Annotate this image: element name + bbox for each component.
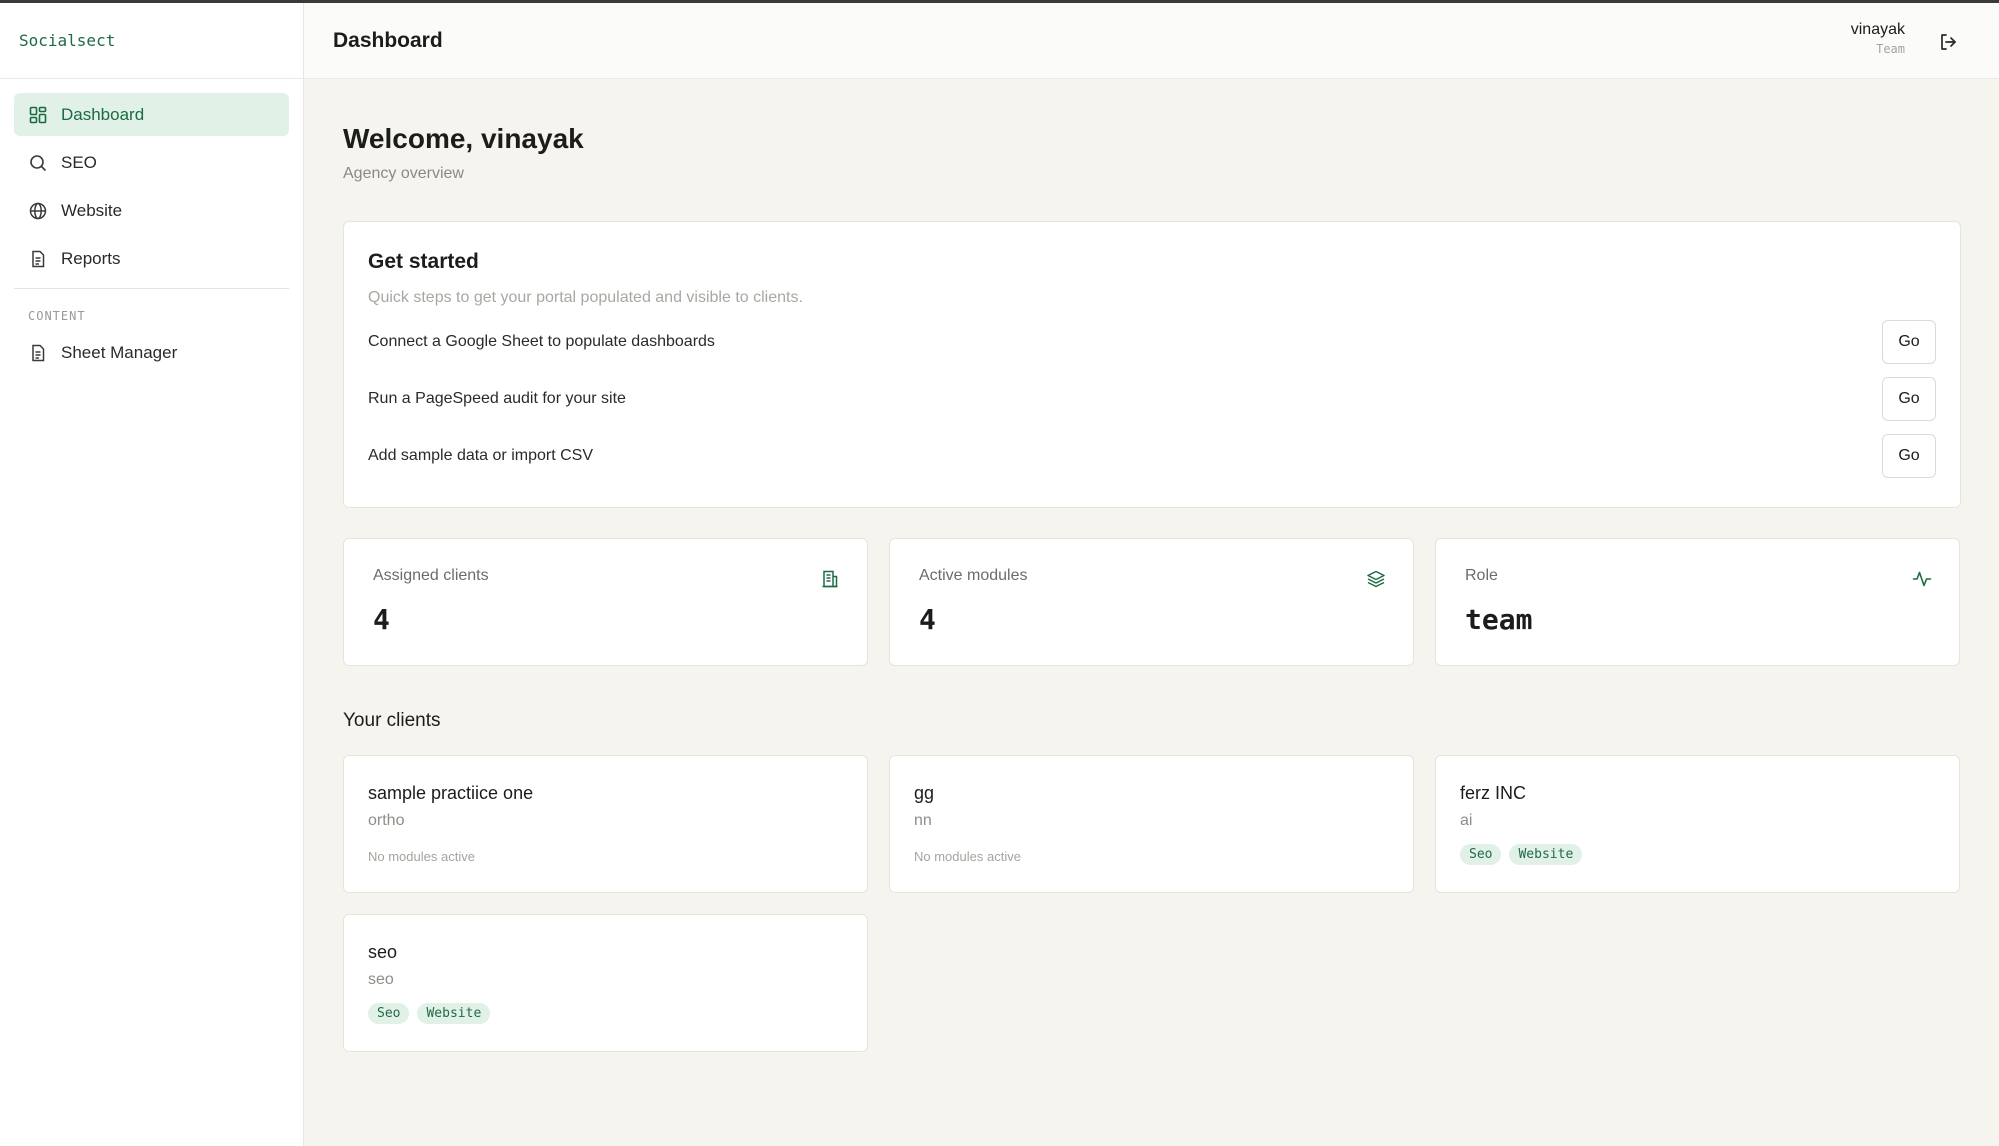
main-content: Welcome, vinayak Agency overview Get sta… [343,79,1961,1052]
go-button[interactable]: Go [1882,319,1936,364]
client-category: ai [1460,812,1473,829]
sidebar-item-label: Sheet Manager [61,342,178,362]
stat-label: Assigned clients [373,567,489,584]
logout-icon[interactable] [1937,31,1959,53]
dashboard-grid-icon [28,105,48,125]
get-started-card: Get started Quick steps to get your port… [343,221,1961,508]
client-card[interactable]: gg nn No modules active [889,755,1414,893]
module-tag-seo: Seo [1460,844,1502,865]
stat-value: 4 [373,603,390,636]
get-started-step: Add sample data or import CSV Go [368,427,1936,484]
stats-row: Assigned clients 4 Active modules 4 Role… [343,538,1961,666]
client-card[interactable]: ferz INC ai Seo Website [1435,755,1960,893]
sidebar-item-dashboard[interactable]: Dashboard [14,93,289,136]
user-role: Team [1876,42,1905,56]
welcome-subtitle: Agency overview [343,165,464,182]
globe-icon [28,201,48,221]
client-modules-note: No modules active [914,849,1021,864]
page-title: Dashboard [333,28,443,52]
go-button[interactable]: Go [1882,433,1936,478]
get-started-step: Run a PageSpeed audit for your site Go [368,370,1936,427]
stat-card-assigned-clients: Assigned clients 4 [343,538,868,666]
clients-grid: sample practiice one ortho No modules ac… [343,755,1961,1052]
get-started-step: Connect a Google Sheet to populate dashb… [368,313,1936,370]
user-info: vinayak Team [1851,21,1905,56]
get-started-subtitle: Quick steps to get your portal populated… [368,289,803,306]
step-label: Connect a Google Sheet to populate dashb… [368,332,715,350]
step-label: Run a PageSpeed audit for your site [368,389,626,407]
client-name: ferz INC [1460,783,1527,803]
module-tags: Seo Website [1460,844,1935,865]
document-icon [28,249,48,269]
sidebar-item-label: SEO [61,152,97,172]
client-name: sample practiice one [368,783,534,803]
stat-card-active-modules: Active modules 4 [889,538,1414,666]
sidebar-section-label: CONTENT [28,309,86,323]
building-icon [820,569,840,589]
stat-label: Role [1465,567,1498,584]
client-modules-note: No modules active [368,849,475,864]
sidebar-item-seo[interactable]: SEO [14,141,289,184]
step-label: Add sample data or import CSV [368,446,593,464]
client-name: gg [914,783,935,803]
sidebar-item-reports[interactable]: Reports [14,237,289,280]
layers-icon [1366,569,1386,589]
clients-heading: Your clients [343,710,441,731]
sidebar-divider [14,288,289,289]
activity-icon [1912,569,1932,589]
module-tag-website: Website [417,1003,491,1024]
client-name: seo [368,942,398,962]
client-category: ortho [368,812,405,829]
get-started-title: Get started [368,250,479,273]
sidebar-item-sheet-manager[interactable]: Sheet Manager [14,331,289,374]
sidebar-item-label: Dashboard [61,104,145,124]
top-header: Dashboard vinayak Team [304,3,1999,79]
brand-logo[interactable]: Socialsect [0,3,303,79]
document-icon [28,343,48,363]
module-tag-website: Website [1509,844,1583,865]
go-button[interactable]: Go [1882,376,1936,421]
client-card[interactable]: sample practiice one ortho No modules ac… [343,755,868,893]
stat-value: team [1465,603,1533,636]
sidebar-item-label: Website [61,200,123,220]
module-tags: Seo Website [368,1003,843,1024]
sidebar-nav: Dashboard SEO Website Reports CONTENT Sh… [0,79,303,374]
client-category: seo [368,971,394,988]
sidebar: Socialsect Dashboard SEO Website Reports… [0,3,304,1146]
search-icon [28,153,48,173]
sidebar-item-label: Reports [61,248,121,268]
stat-value: 4 [919,603,936,636]
welcome-heading: Welcome, vinayak [343,123,584,154]
module-tag-seo: Seo [368,1003,410,1024]
client-category: nn [914,812,932,829]
client-card[interactable]: seo seo Seo Website [343,914,868,1052]
stat-card-role: Role team [1435,538,1960,666]
stat-label: Active modules [919,567,1028,584]
sidebar-item-website[interactable]: Website [14,189,289,232]
user-name: vinayak [1850,21,1905,38]
